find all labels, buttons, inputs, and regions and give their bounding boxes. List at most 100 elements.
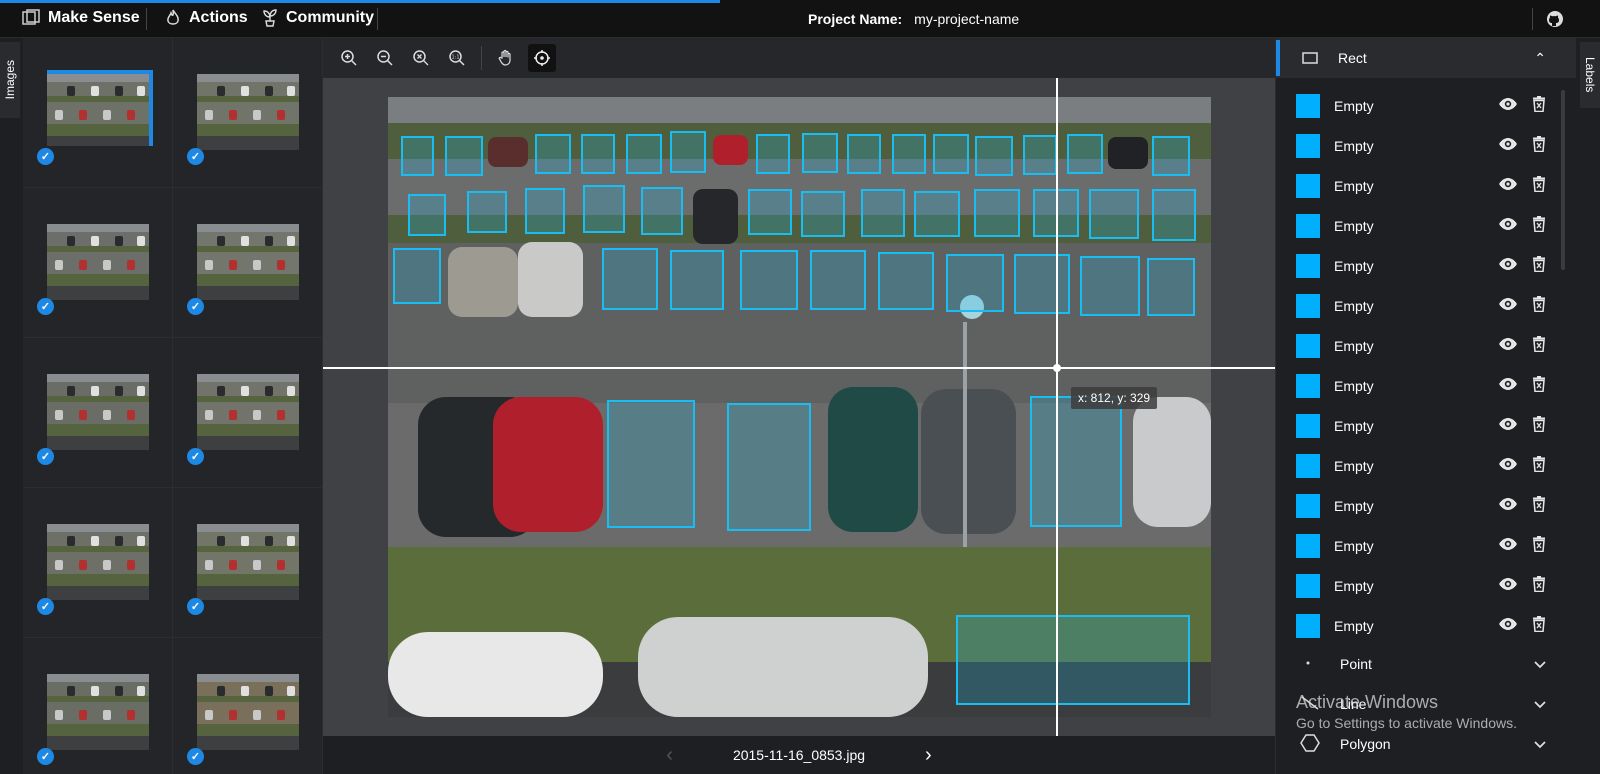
bounding-box[interactable]	[602, 248, 658, 310]
label-name[interactable]: Empty	[1334, 578, 1374, 594]
label-color-swatch[interactable]	[1296, 334, 1320, 358]
bounding-box[interactable]	[1030, 396, 1122, 527]
bounding-box[interactable]	[525, 188, 565, 234]
eye-icon[interactable]	[1498, 97, 1518, 116]
label-color-swatch[interactable]	[1296, 254, 1320, 278]
label-name[interactable]: Empty	[1334, 378, 1374, 394]
label-list-scrollbar[interactable]	[1561, 90, 1565, 270]
label-row[interactable]: Empty	[1276, 326, 1566, 366]
bounding-box[interactable]	[626, 134, 662, 174]
label-row[interactable]: Empty	[1276, 486, 1566, 526]
image-thumbnail[interactable]: ✓	[23, 488, 173, 638]
label-name[interactable]: Empty	[1334, 338, 1374, 354]
bounding-box[interactable]	[1152, 136, 1190, 176]
bounding-box[interactable]	[670, 131, 706, 173]
label-row[interactable]: Empty	[1276, 406, 1566, 446]
eye-icon[interactable]	[1498, 417, 1518, 436]
bounding-box[interactable]	[914, 191, 960, 237]
bounding-box[interactable]	[607, 400, 695, 528]
crosshair-button[interactable]	[528, 44, 556, 72]
label-row[interactable]: Empty	[1276, 526, 1566, 566]
project-name-value[interactable]: my-project-name	[914, 11, 1019, 27]
bounding-box[interactable]	[756, 134, 790, 174]
label-name[interactable]: Empty	[1334, 258, 1374, 274]
label-row[interactable]: Empty	[1276, 286, 1566, 326]
zoom-in-button[interactable]	[335, 44, 363, 72]
bounding-box[interactable]	[1147, 258, 1195, 316]
bounding-box[interactable]	[393, 248, 441, 304]
label-color-swatch[interactable]	[1296, 214, 1320, 238]
bounding-box[interactable]	[1080, 256, 1140, 316]
bounding-box[interactable]	[583, 185, 625, 233]
delete-icon[interactable]	[1532, 416, 1546, 437]
bounding-box[interactable]	[892, 134, 926, 174]
bounding-box[interactable]	[933, 134, 969, 174]
label-name[interactable]: Empty	[1334, 418, 1374, 434]
eye-icon[interactable]	[1498, 297, 1518, 316]
bounding-box[interactable]	[974, 189, 1020, 237]
image-thumbnail[interactable]: ✓	[23, 638, 173, 774]
delete-icon[interactable]	[1532, 576, 1546, 597]
delete-icon[interactable]	[1532, 176, 1546, 197]
image-thumbnail[interactable]: ✓	[23, 338, 173, 488]
label-name[interactable]: Empty	[1334, 298, 1374, 314]
eye-icon[interactable]	[1498, 217, 1518, 236]
zoom-out-button[interactable]	[371, 44, 399, 72]
bounding-box[interactable]	[975, 136, 1013, 176]
label-color-swatch[interactable]	[1296, 534, 1320, 558]
delete-icon[interactable]	[1532, 136, 1546, 157]
eye-icon[interactable]	[1498, 457, 1518, 476]
label-row[interactable]: Empty	[1276, 566, 1566, 606]
eye-icon[interactable]	[1498, 137, 1518, 156]
image-thumbnail[interactable]: ✓	[173, 38, 323, 188]
delete-icon[interactable]	[1532, 296, 1546, 317]
bounding-box[interactable]	[1067, 134, 1103, 174]
bounding-box[interactable]	[878, 252, 934, 310]
bounding-box[interactable]	[401, 136, 434, 176]
label-row[interactable]: Empty	[1276, 126, 1566, 166]
label-color-swatch[interactable]	[1296, 494, 1320, 518]
chevron-up-icon[interactable]: ⌃	[1534, 50, 1546, 67]
image-thumbnail[interactable]: ✓	[23, 38, 173, 188]
bounding-box[interactable]	[408, 194, 446, 236]
label-name[interactable]: Empty	[1334, 538, 1374, 554]
eye-icon[interactable]	[1498, 617, 1518, 636]
label-color-swatch[interactable]	[1296, 174, 1320, 198]
editor-canvas[interactable]: x: 812, y: 329	[323, 78, 1275, 736]
bounding-box[interactable]	[802, 133, 838, 173]
image-thumbnail[interactable]: ✓	[173, 488, 323, 638]
label-row[interactable]: Empty	[1276, 206, 1566, 246]
label-name[interactable]: Empty	[1334, 178, 1374, 194]
label-row[interactable]: Empty	[1276, 606, 1566, 646]
delete-icon[interactable]	[1532, 456, 1546, 477]
pan-button[interactable]	[492, 44, 520, 72]
bounding-box[interactable]	[740, 250, 798, 310]
image-thumbnail[interactable]: ✓	[173, 638, 323, 774]
label-color-swatch[interactable]	[1296, 614, 1320, 638]
bounding-box[interactable]	[727, 403, 811, 531]
eye-icon[interactable]	[1498, 537, 1518, 556]
label-color-swatch[interactable]	[1296, 294, 1320, 318]
delete-icon[interactable]	[1532, 616, 1546, 637]
label-name[interactable]: Empty	[1334, 458, 1374, 474]
label-row[interactable]: Empty	[1276, 86, 1566, 126]
bounding-box[interactable]	[847, 134, 881, 174]
bounding-box[interactable]	[946, 254, 1004, 312]
delete-icon[interactable]	[1532, 336, 1546, 357]
bounding-box[interactable]	[1023, 135, 1057, 175]
chevron-down-icon[interactable]	[1534, 656, 1546, 672]
bounding-box[interactable]	[445, 136, 483, 176]
image-thumbnail[interactable]: ✓	[173, 338, 323, 488]
label-name[interactable]: Empty	[1334, 498, 1374, 514]
next-image-button[interactable]: ›	[925, 744, 932, 767]
menu-community[interactable]: Community	[262, 9, 374, 27]
label-name[interactable]: Empty	[1334, 138, 1374, 154]
delete-icon[interactable]	[1532, 96, 1546, 117]
eye-icon[interactable]	[1498, 257, 1518, 276]
bounding-box[interactable]	[801, 191, 845, 237]
label-name[interactable]: Empty	[1334, 218, 1374, 234]
delete-icon[interactable]	[1532, 496, 1546, 517]
eye-icon[interactable]	[1498, 377, 1518, 396]
bounding-box[interactable]	[581, 134, 615, 174]
delete-icon[interactable]	[1532, 256, 1546, 277]
